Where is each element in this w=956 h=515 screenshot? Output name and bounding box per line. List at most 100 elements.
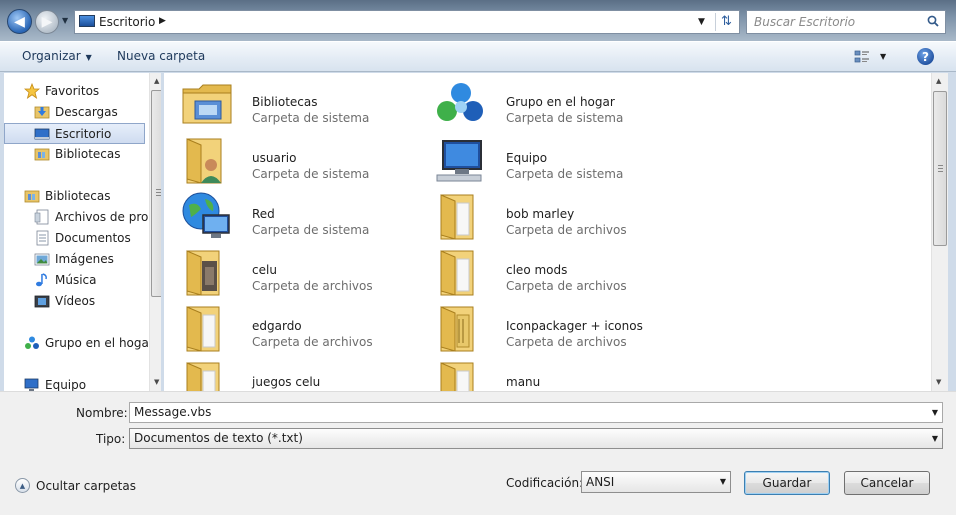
nav-item-music[interactable]: Música — [4, 270, 145, 291]
folder-icon — [186, 362, 220, 391]
file-item-cleo-mods[interactable]: cleo mods Carpeta de archivos — [435, 247, 689, 303]
nav-label: Vídeos — [55, 294, 96, 308]
divider — [715, 13, 716, 31]
filename-label: Nombre: — [76, 406, 128, 420]
scroll-up-icon[interactable]: ▲ — [936, 77, 941, 85]
organize-button[interactable]: Organizar ▼ — [22, 49, 92, 63]
nav-item-documents[interactable]: Documentos — [4, 228, 145, 249]
nav-item-favorites[interactable]: Favoritos — [4, 81, 145, 102]
file-item-usuario[interactable]: usuario Carpeta de sistema — [181, 135, 435, 191]
file-name: cleo mods — [506, 263, 568, 277]
nav-item-videos[interactable]: Vídeos — [4, 291, 145, 312]
nav-label: Documentos — [55, 231, 131, 245]
file-list-scrollbar[interactable]: ▲ ▼ — [931, 73, 948, 391]
chevron-down-icon: ▼ — [85, 53, 92, 62]
change-view-icon[interactable] — [854, 50, 870, 64]
nav-item-homegroup[interactable]: Grupo en el hogar — [4, 333, 154, 354]
chevron-down-icon[interactable]: ▼ — [720, 477, 726, 486]
folder-icon — [440, 362, 474, 391]
computer-icon — [436, 140, 482, 182]
file-item-equipo[interactable]: Equipo Carpeta de sistema — [435, 135, 689, 191]
file-item-celu[interactable]: celu Carpeta de archivos — [181, 247, 435, 303]
address-location[interactable]: Escritorio — [99, 15, 155, 29]
nav-item-program-files[interactable]: Archivos de prog — [4, 207, 156, 228]
file-type: Carpeta de archivos — [252, 335, 373, 349]
chevron-down-icon[interactable]: ▼ — [932, 408, 938, 417]
filetype-label: Tipo: — [96, 432, 126, 446]
folder-icon — [186, 306, 220, 352]
nav-item-desktop[interactable]: Escritorio — [4, 123, 145, 144]
computer-icon — [24, 378, 39, 391]
back-button[interactable]: ◀ — [7, 9, 32, 34]
file-item-edgardo[interactable]: edgardo Carpeta de archivos — [181, 303, 435, 359]
hide-folders-label: Ocultar carpetas — [36, 478, 136, 493]
desktop-icon — [79, 15, 95, 27]
nav-label: Grupo en el hogar — [45, 336, 154, 350]
address-bar-area: ◀ ▶ ▼ Escritorio ▶ ▼ ⇅ Buscar Escritorio — [0, 0, 956, 41]
nav-item-pictures[interactable]: Imágenes — [4, 249, 145, 270]
file-type: Carpeta de archivos — [506, 223, 627, 237]
scroll-down-icon[interactable]: ▼ — [936, 378, 941, 386]
nav-label: Bibliotecas — [45, 189, 111, 203]
address-dropdown-icon[interactable]: ▼ — [698, 17, 705, 27]
filetype-value: Documentos de texto (*.txt) — [134, 431, 303, 445]
file-type: Carpeta de sistema — [252, 223, 370, 237]
nav-scrollbar[interactable]: ▲ ▼ — [149, 73, 161, 391]
file-name: juegos celu — [252, 375, 321, 389]
nav-item-downloads[interactable]: Descargas — [4, 102, 145, 123]
help-icon[interactable]: ? — [917, 48, 934, 65]
file-item-bibliotecas[interactable]: Bibliotecas Carpeta de sistema — [181, 79, 435, 135]
search-input[interactable]: Buscar Escritorio — [746, 10, 946, 34]
scroll-down-icon[interactable]: ▼ — [154, 378, 159, 386]
save-button[interactable]: Guardar — [744, 471, 830, 495]
homegroup-icon — [25, 336, 39, 349]
file-name: celu — [252, 263, 277, 277]
file-name: Grupo en el hogar — [506, 95, 615, 109]
file-item-juegos-celu[interactable]: juegos celu Carpeta de archivos — [181, 359, 435, 391]
filetype-select[interactable]: Documentos de texto (*.txt) ▼ — [129, 428, 943, 449]
scroll-up-icon[interactable]: ▲ — [154, 77, 159, 85]
nav-label: Bibliotecas — [55, 147, 121, 161]
nav-label: Imágenes — [55, 252, 114, 266]
file-item-homegroup[interactable]: Grupo en el hogar Carpeta de sistema — [435, 79, 689, 135]
refresh-icon[interactable]: ⇅ — [721, 14, 732, 29]
file-type: Carpeta de archivos — [506, 335, 627, 349]
chevron-right-icon[interactable]: ▶ — [159, 16, 166, 26]
scroll-thumb[interactable] — [933, 91, 947, 246]
nav-item-libraries[interactable]: Bibliotecas — [4, 186, 145, 207]
new-folder-button[interactable]: Nueva carpeta — [117, 49, 205, 63]
command-bar: Organizar ▼ Nueva carpeta ▼ ? — [0, 41, 956, 72]
homegroup-icon — [437, 83, 483, 121]
file-type: Carpeta de sistema — [506, 167, 624, 181]
filename-value[interactable]: Message.vbs — [134, 405, 211, 419]
downloads-folder-icon — [34, 106, 50, 119]
file-item-red[interactable]: Red Carpeta de sistema — [181, 191, 435, 247]
cancel-button[interactable]: Cancelar — [844, 471, 930, 495]
file-type: Carpeta de sistema — [252, 167, 370, 181]
nav-label: Favoritos — [45, 84, 100, 98]
chevron-down-icon[interactable]: ▼ — [932, 434, 938, 443]
navigation-pane: Favoritos Descargas Escritorio Bibliotec… — [4, 73, 161, 391]
star-icon — [24, 83, 40, 99]
nav-item-computer[interactable]: Equipo — [4, 375, 145, 391]
filename-input[interactable]: Message.vbs ▼ — [129, 402, 943, 423]
scroll-thumb[interactable] — [151, 90, 161, 297]
file-name: manu — [506, 375, 541, 389]
search-icon[interactable] — [927, 15, 939, 27]
file-item-bob-marley[interactable]: bob marley Carpeta de archivos — [435, 191, 689, 247]
user-folder-icon — [186, 138, 222, 184]
file-item-manu[interactable]: manu Carpeta de archivos — [435, 359, 689, 391]
file-type: Carpeta de archivos — [506, 279, 627, 293]
new-folder-label: Nueva carpeta — [117, 49, 206, 63]
address-field[interactable]: Escritorio ▶ ▼ ⇅ — [74, 10, 740, 34]
file-item-iconpackager[interactable]: Iconpackager + iconos Carpeta de archivo… — [435, 303, 689, 359]
recent-locations-dropdown[interactable]: ▼ — [62, 16, 68, 25]
nav-label: Escritorio — [55, 127, 112, 141]
file-type: Carpeta de archivos — [252, 279, 373, 293]
file-type: Carpeta de sistema — [506, 111, 624, 125]
encoding-select[interactable]: ANSI ▼ — [581, 471, 731, 493]
nav-item-libraries-fav[interactable]: Bibliotecas — [4, 144, 145, 165]
views-dropdown-icon[interactable]: ▼ — [880, 52, 886, 61]
hide-folders-toggle[interactable]: ▲ Ocultar carpetas — [15, 478, 136, 493]
forward-button[interactable]: ▶ — [35, 10, 59, 34]
